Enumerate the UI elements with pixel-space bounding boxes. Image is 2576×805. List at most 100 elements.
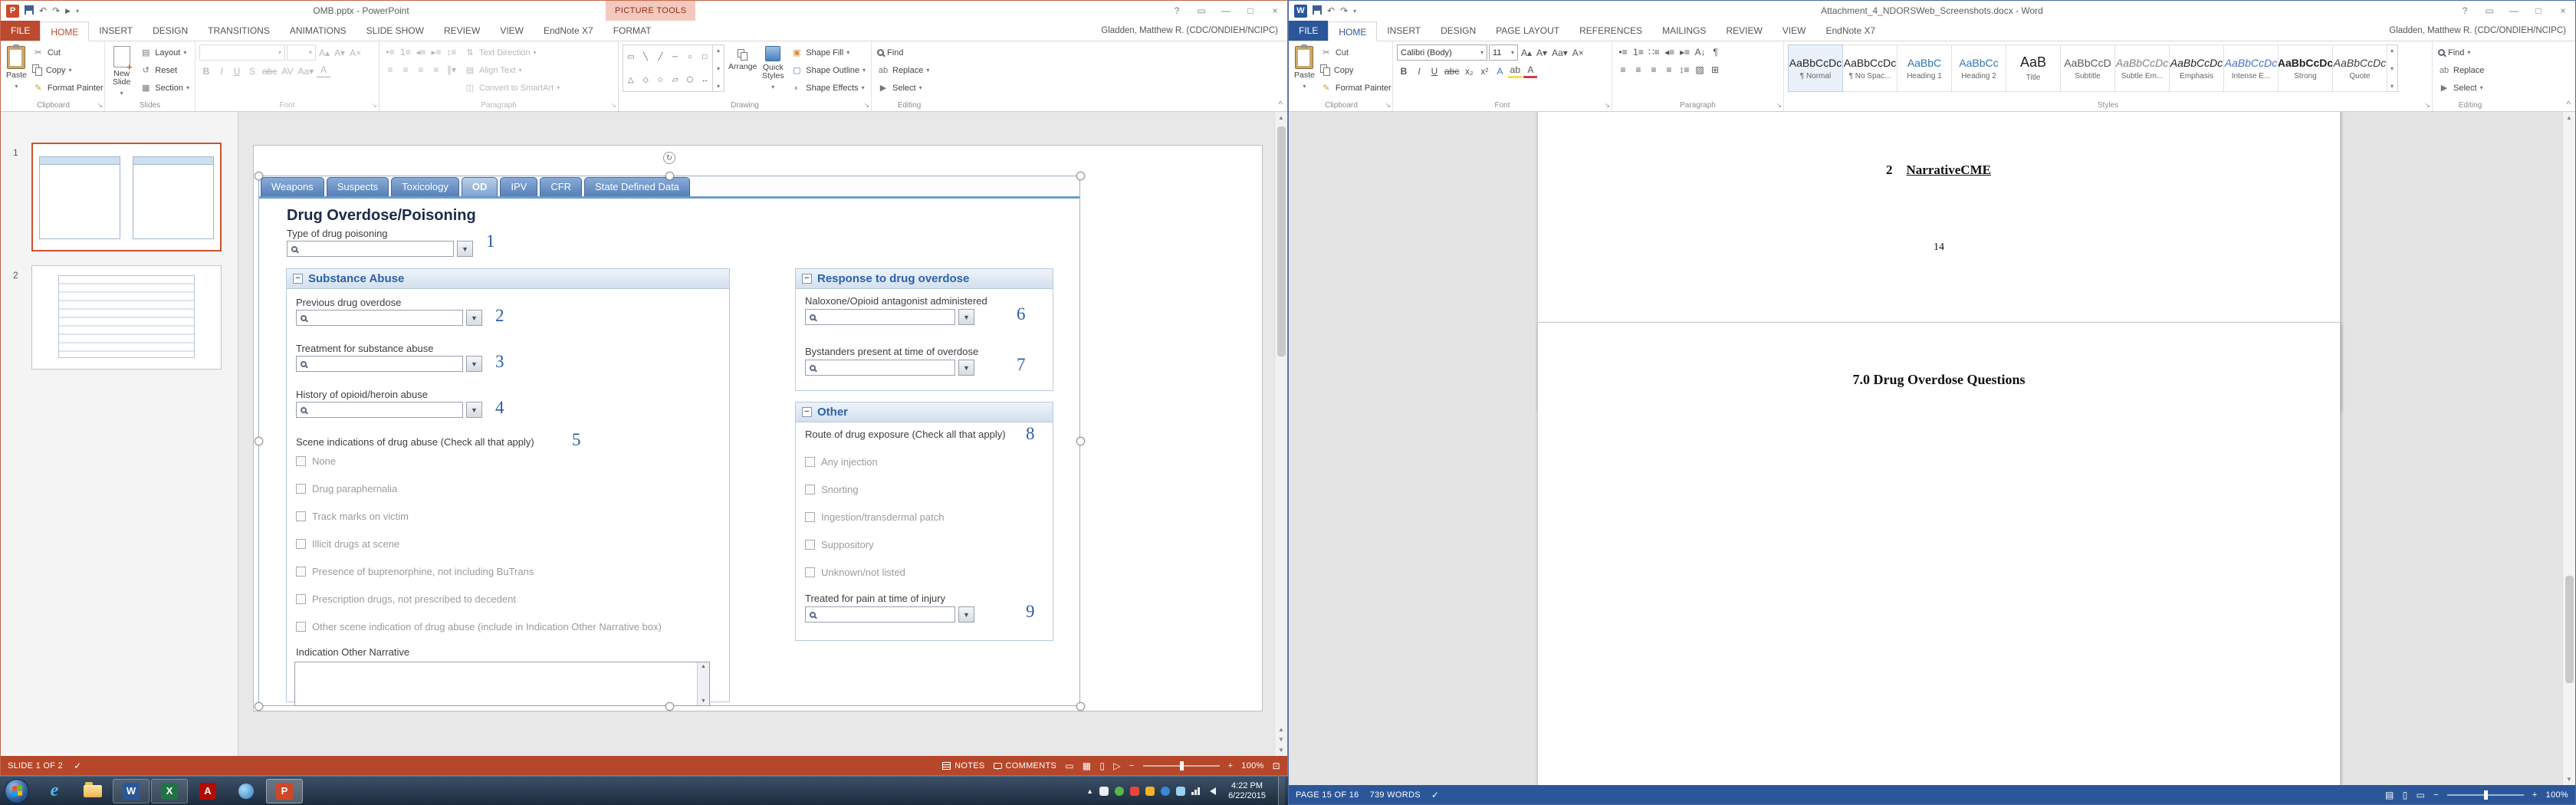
close-button[interactable]: × (2551, 1, 2575, 21)
next-slide-button[interactable]: ▼ (1278, 734, 1284, 744)
form-tab-state-defined-data[interactable]: State Defined Data (584, 177, 690, 196)
page-indicator[interactable]: PAGE 15 OF 16 (1296, 790, 1359, 800)
layout-button[interactable]: ▤Layout▾ (138, 44, 191, 61)
rotate-handle[interactable]: ↻ (663, 152, 675, 164)
tab-design[interactable]: DESIGN (1431, 21, 1486, 41)
shape-outline-button[interactable]: ▢Shape Outline▾ (789, 62, 867, 78)
font-size-combo[interactable]: 11▾ (1489, 44, 1518, 61)
shape-fill-button[interactable]: ▣Shape Fill▾ (789, 44, 867, 61)
maximize-button[interactable]: □ (2526, 1, 2551, 21)
scrollbar-thumb[interactable] (2565, 576, 2574, 683)
paste-button[interactable]: Paste ▾ (6, 44, 27, 90)
decrease-indent-button[interactable]: ◂≡ (414, 44, 428, 59)
minimize-button[interactable]: — (2502, 1, 2526, 21)
proofing-icon[interactable]: ✓ (74, 761, 81, 771)
section-button[interactable]: ▦Section▾ (138, 80, 191, 96)
clear-formatting-button[interactable]: A× (1571, 45, 1585, 60)
taskbar-clock[interactable]: 4:22 PM 6/22/2015 (1222, 781, 1272, 801)
normal-view-button[interactable]: ▭ (1065, 761, 1074, 771)
paste-button[interactable]: Paste ▾ (1294, 44, 1315, 90)
style-heading-1[interactable]: AaBbCHeading 1 (1897, 44, 1952, 92)
slide-thumbnail-2[interactable] (31, 265, 222, 370)
network-icon[interactable] (1191, 787, 1200, 795)
style-strong[interactable]: AaBbCcDcStrong (2278, 44, 2333, 92)
shapes-gallery[interactable]: ▭╲╱─○□ △◇☆▱⬡↔ (623, 44, 713, 92)
slide-canvas[interactable]: Weapons Suspects Toxicology OD IPV CFR S… (254, 146, 1262, 711)
close-button[interactable]: × (1263, 1, 1287, 21)
strikethrough-button[interactable]: abc (1443, 64, 1460, 78)
zoom-level[interactable]: 100% (2546, 790, 2568, 800)
zoom-in-button[interactable]: + (2532, 790, 2538, 800)
text-effects-button[interactable]: A (1493, 64, 1506, 78)
previous-slide-button[interactable]: ▲ (1278, 724, 1284, 734)
maximize-button[interactable]: □ (1238, 1, 1263, 21)
checkbox-any-injection[interactable]: Any injection (805, 456, 878, 468)
tab-format[interactable]: FORMAT (603, 21, 662, 41)
tab-home[interactable]: HOME (1328, 21, 1377, 41)
select-button[interactable]: ▶Select▾ (2436, 80, 2486, 96)
tray-icon-messaging[interactable] (1176, 787, 1185, 796)
sort-button[interactable]: A↓ (1694, 44, 1707, 59)
dropdown-button[interactable]: ▼ (958, 606, 974, 623)
signed-in-user[interactable]: Gladden, Matthew R. (CDC/ONDIEH/NCIPC) (1101, 21, 1278, 41)
find-button[interactable]: Find▾ (2436, 44, 2486, 61)
tab-insert[interactable]: INSERT (1377, 21, 1431, 41)
style-subtitle[interactable]: AaBbCcDSubtitle (2060, 44, 2115, 92)
style-intense-emphasis[interactable]: AaBbCcDcIntense E... (2223, 44, 2279, 92)
treatment-substance-abuse-combo[interactable]: ▼ (296, 356, 482, 372)
text-shadow-button[interactable]: S (245, 64, 259, 78)
tab-design[interactable]: DESIGN (143, 21, 198, 41)
replace-button[interactable]: abReplace (2436, 62, 2486, 78)
hidden-icons-button[interactable]: ▲ (1086, 787, 1093, 795)
zoom-slider-thumb[interactable] (1180, 761, 1184, 770)
subscript-button[interactable]: x₂ (1462, 64, 1476, 78)
zoom-level[interactable]: 100% (1241, 761, 1263, 770)
checkbox-snorting[interactable]: Snorting (805, 484, 858, 495)
proofing-icon[interactable]: ✓ (1431, 790, 1439, 800)
resize-handle-middle-left[interactable] (255, 437, 263, 445)
font-name-combo[interactable]: Calibri (Body)▾ (1397, 44, 1487, 61)
tab-transitions[interactable]: TRANSITIONS (198, 21, 280, 41)
naloxone-combo[interactable]: ▼ (805, 309, 974, 325)
form-tab-toxicology[interactable]: Toxicology (391, 177, 459, 196)
reset-button[interactable]: ↺Reset (138, 62, 191, 78)
clipboard-dialog-launcher[interactable]: ↘ (1385, 101, 1391, 110)
help-button[interactable]: ? (2453, 1, 2477, 21)
quick-styles-button[interactable]: Quick Styles ▾ (761, 44, 785, 91)
cut-button[interactable]: ✂Cut (31, 44, 105, 61)
tray-icon-antivirus[interactable] (1115, 787, 1124, 796)
comments-button[interactable]: COMMENTS (994, 761, 1057, 770)
align-right-button[interactable]: ≡ (1647, 62, 1661, 77)
tray-icon-update[interactable] (1145, 787, 1155, 796)
checkbox-unknown[interactable]: Unknown/not listed (805, 567, 905, 578)
collapse-section-icon[interactable]: − (802, 407, 812, 417)
resize-handle-bottom-center[interactable] (665, 702, 674, 711)
borders-button[interactable]: ⊞ (1708, 62, 1722, 77)
align-left-button[interactable]: ≡ (1616, 62, 1630, 77)
bystanders-combo[interactable]: ▼ (805, 360, 974, 376)
form-tab-ipv[interactable]: IPV (500, 177, 537, 196)
change-case-button[interactable]: Aa▾ (1550, 45, 1569, 60)
resize-handle-top-right[interactable] (1076, 172, 1085, 180)
qat-customize-button[interactable]: ▾ (76, 8, 79, 15)
web-layout-button[interactable]: ▭ (2417, 790, 2426, 800)
minimize-button[interactable]: — (1214, 1, 1238, 21)
underline-button[interactable]: U (1428, 64, 1441, 78)
checkbox-track-marks[interactable]: Track marks on victim (296, 511, 409, 522)
zoom-out-button[interactable]: − (1129, 761, 1135, 770)
tab-page-layout[interactable]: PAGE LAYOUT (1486, 21, 1569, 41)
dropdown-button[interactable]: ▼ (958, 309, 974, 325)
align-center-button[interactable]: ≡ (1631, 62, 1645, 77)
slide-thumbnail-1[interactable] (31, 143, 222, 251)
style-normal[interactable]: AaBbCcDc¶ Normal (1788, 44, 1843, 92)
slideshow-view-button[interactable]: ▷ (1113, 761, 1121, 771)
character-spacing-button[interactable]: AV (280, 64, 294, 78)
convert-smartart-button[interactable]: ◫Convert to SmartArt▾ (462, 80, 561, 96)
dropdown-button[interactable]: ▼ (466, 310, 482, 326)
style-subtle-emphasis[interactable]: AaBbCcDcSubtle Em... (2114, 44, 2170, 92)
justify-button[interactable]: ≡ (429, 62, 443, 77)
taskbar-file-explorer[interactable] (74, 779, 111, 803)
treated-for-pain-combo[interactable]: ▼ (805, 606, 974, 623)
clear-formatting-button[interactable]: A× (348, 45, 363, 60)
zoom-slider-thumb[interactable] (2484, 790, 2488, 800)
